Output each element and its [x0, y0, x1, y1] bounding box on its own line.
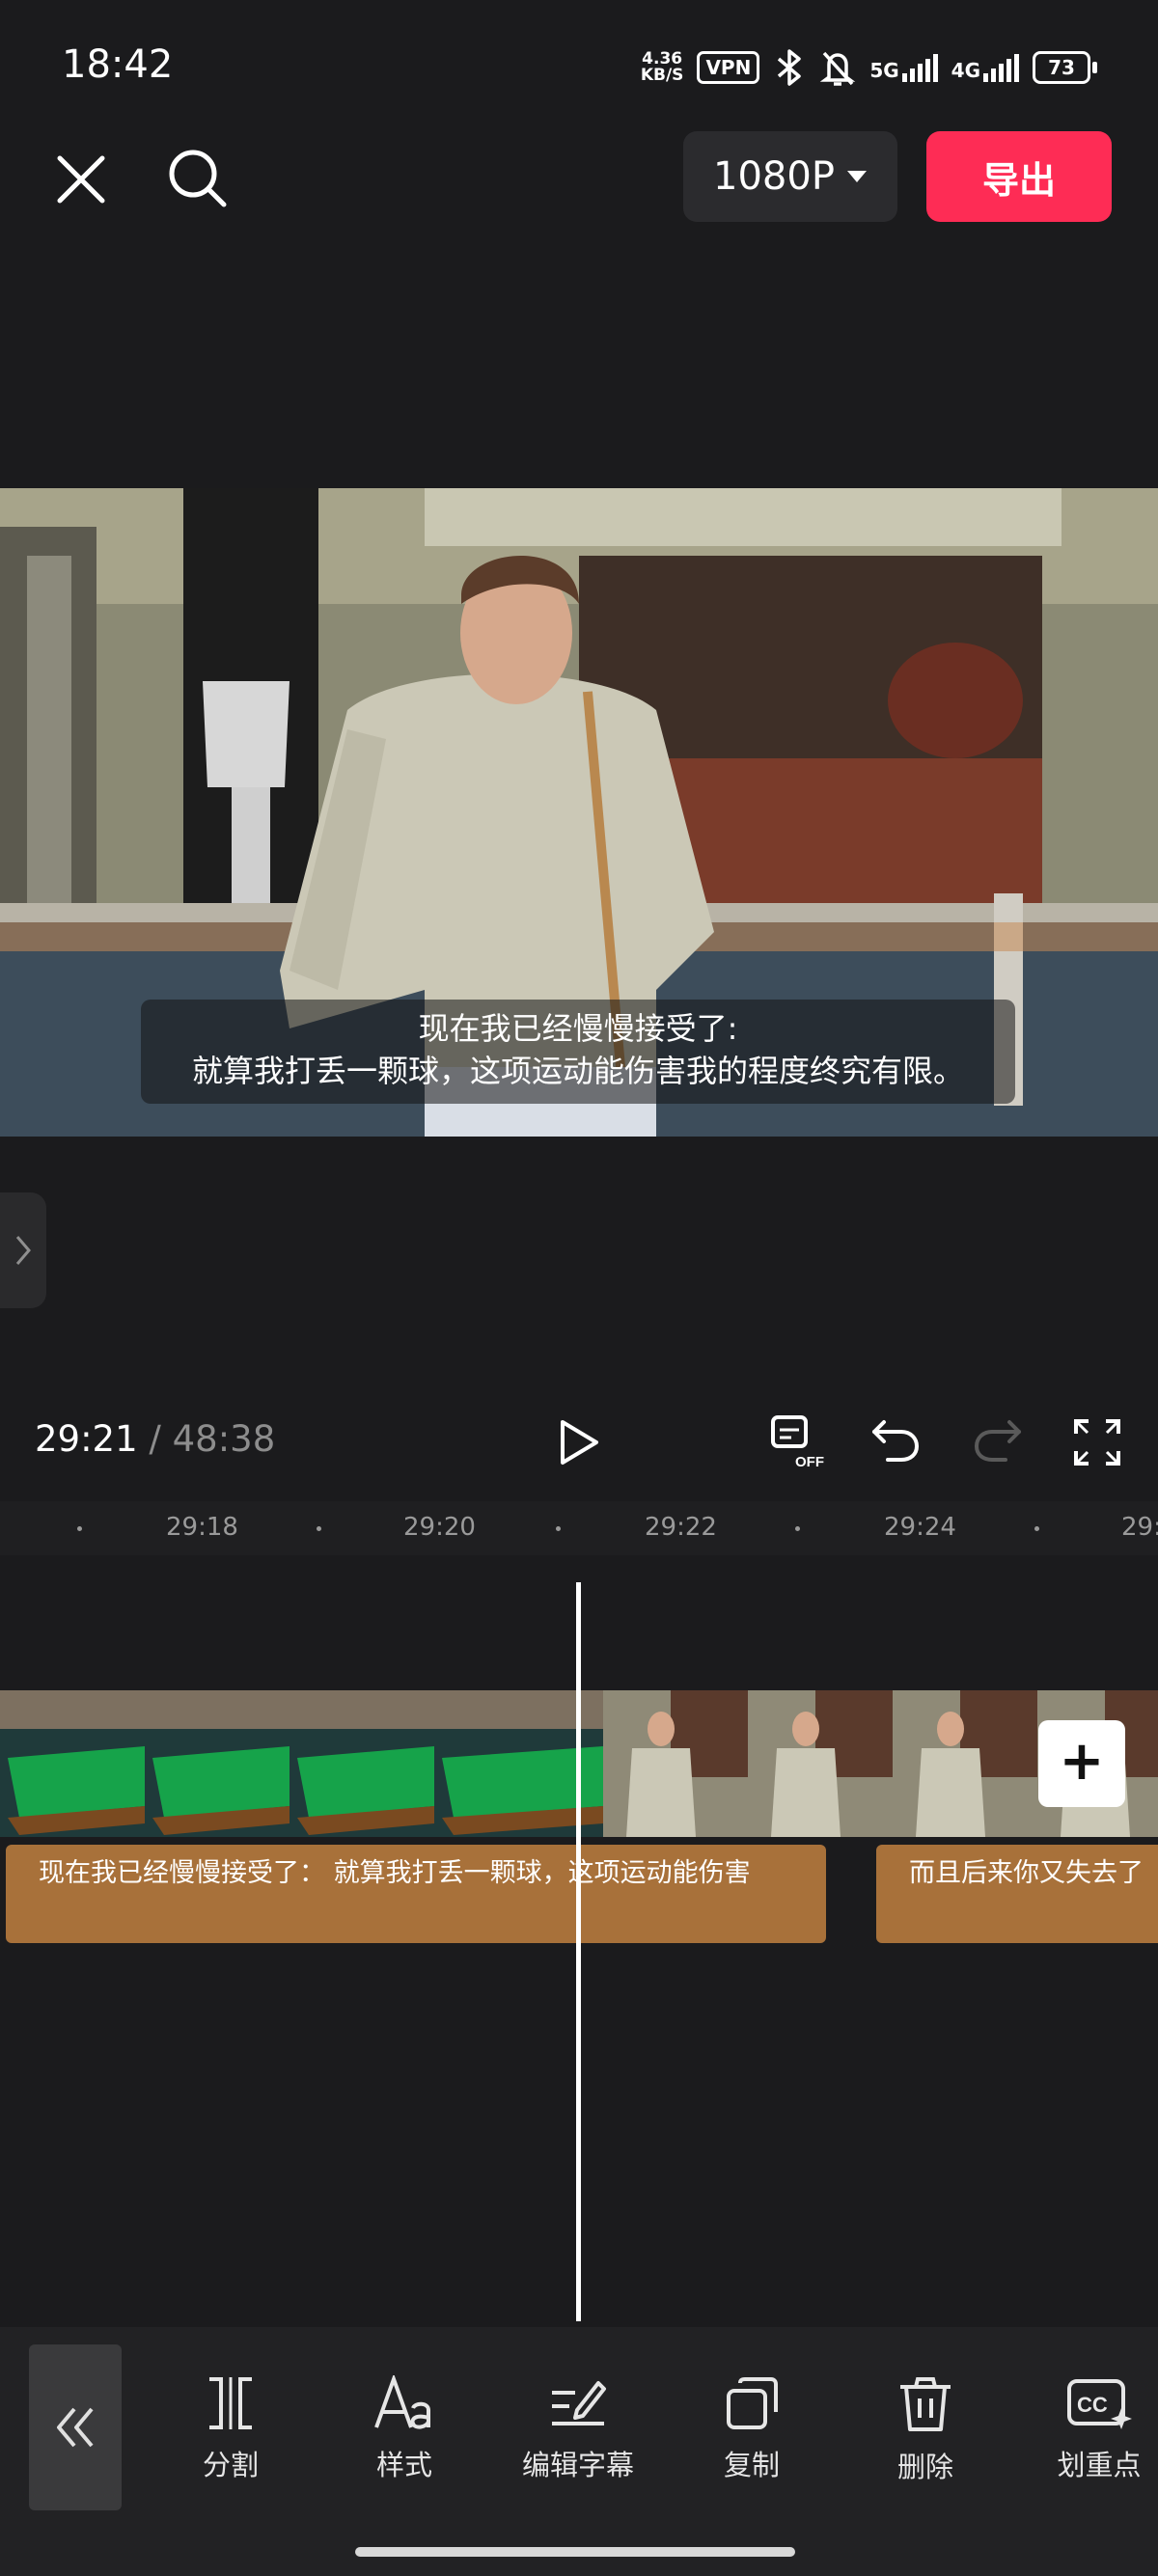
collapse-toolbar-button[interactable]: [29, 2344, 122, 2510]
chevron-right-icon: [15, 1236, 31, 1265]
ruler-tick: 29:2: [1121, 1513, 1158, 1542]
status-icons: 4.36 KB/S VPN 5G 4G 73: [640, 46, 1097, 89]
tool-style[interactable]: 样式: [332, 2373, 477, 2483]
subtitle-off-icon[interactable]: OFF: [770, 1414, 828, 1468]
tool-label: 划重点: [1057, 2449, 1142, 2481]
tool-label: 复制: [723, 2449, 780, 2481]
video-subtitle: 现在我已经慢慢接受了: 就算我打丢一颗球，这项运动能伤害我的程度终究有限。: [141, 1000, 1015, 1104]
resolution-label: 1080P: [713, 154, 835, 199]
play-icon[interactable]: [558, 1418, 600, 1466]
playhead[interactable]: [576, 1582, 581, 2321]
svg-text:CC: CC: [1077, 2393, 1108, 2417]
signal-4g: 4G: [951, 53, 1019, 82]
resolution-selector[interactable]: 1080P: [683, 131, 897, 222]
trash-icon: [900, 2377, 951, 2431]
search-icon[interactable]: [164, 145, 232, 212]
current-time: 29:21: [35, 1418, 138, 1460]
tool-label: 编辑字幕: [521, 2449, 634, 2481]
double-chevron-left-icon: [57, 2407, 94, 2448]
copy-icon: [727, 2377, 778, 2429]
caret-down-icon: [846, 171, 867, 182]
tool-highlight[interactable]: CC 划重点: [1027, 2375, 1158, 2483]
tool-delete[interactable]: 删除: [853, 2375, 998, 2485]
timeline-ruler[interactable]: 29:18 29:20 29:22 29:24 29:2: [0, 1501, 1158, 1555]
tool-copy[interactable]: 复制: [679, 2375, 824, 2483]
ruler-tick: 29:20: [403, 1513, 476, 1542]
vpn-badge: VPN: [697, 51, 760, 84]
fullscreen-icon[interactable]: [1073, 1418, 1121, 1466]
undo-icon[interactable]: [870, 1414, 921, 1465]
tool-edit-caption[interactable]: 编辑字幕: [506, 2375, 650, 2483]
ruler-tick: 29:22: [645, 1513, 717, 1542]
export-button[interactable]: 导出: [926, 131, 1112, 222]
playback-time: 29:21 / 48:38: [35, 1418, 275, 1460]
bell-muted-icon: [820, 51, 856, 86]
subtitle-clip[interactable]: 现在我已经慢慢接受了： 就算我打丢一颗球，这项运动能伤害: [6, 1845, 826, 1943]
home-indicator[interactable]: [355, 2547, 795, 2557]
snooker-thumb: [0, 1690, 145, 1837]
edit-caption-icon: [552, 2381, 606, 2425]
subtitle-clip[interactable]: 而且后来你又失去了: [876, 1845, 1158, 1943]
svg-text:OFF: OFF: [795, 1454, 824, 1468]
tool-label: 删除: [896, 2451, 953, 2483]
battery-indicator: 73: [1033, 51, 1097, 84]
side-panel-toggle[interactable]: [0, 1192, 46, 1308]
tool-label: 分割: [202, 2449, 259, 2481]
signal-5g: 5G: [869, 53, 938, 82]
ruler-tick: 29:24: [884, 1513, 956, 1542]
highlight-caption-icon: CC: [1067, 2379, 1132, 2429]
split-icon: [209, 2377, 252, 2429]
add-clip-button[interactable]: +: [1038, 1720, 1125, 1807]
tool-label: 样式: [375, 2449, 432, 2481]
total-time: / 48:38: [149, 1418, 276, 1460]
text-style-icon: [374, 2373, 430, 2429]
bluetooth-icon: [778, 49, 802, 86]
close-icon[interactable]: [54, 152, 108, 206]
video-preview[interactable]: 现在我已经慢慢接受了: 就算我打丢一颗球，这项运动能伤害我的程度终究有限。: [0, 488, 1158, 1137]
tool-split[interactable]: 分割: [158, 2375, 303, 2483]
redo-icon[interactable]: [973, 1414, 1023, 1465]
network-speed: 4.36 KB/S: [640, 49, 684, 85]
ruler-tick: 29:18: [166, 1513, 238, 1542]
status-time: 18:42: [62, 42, 174, 87]
